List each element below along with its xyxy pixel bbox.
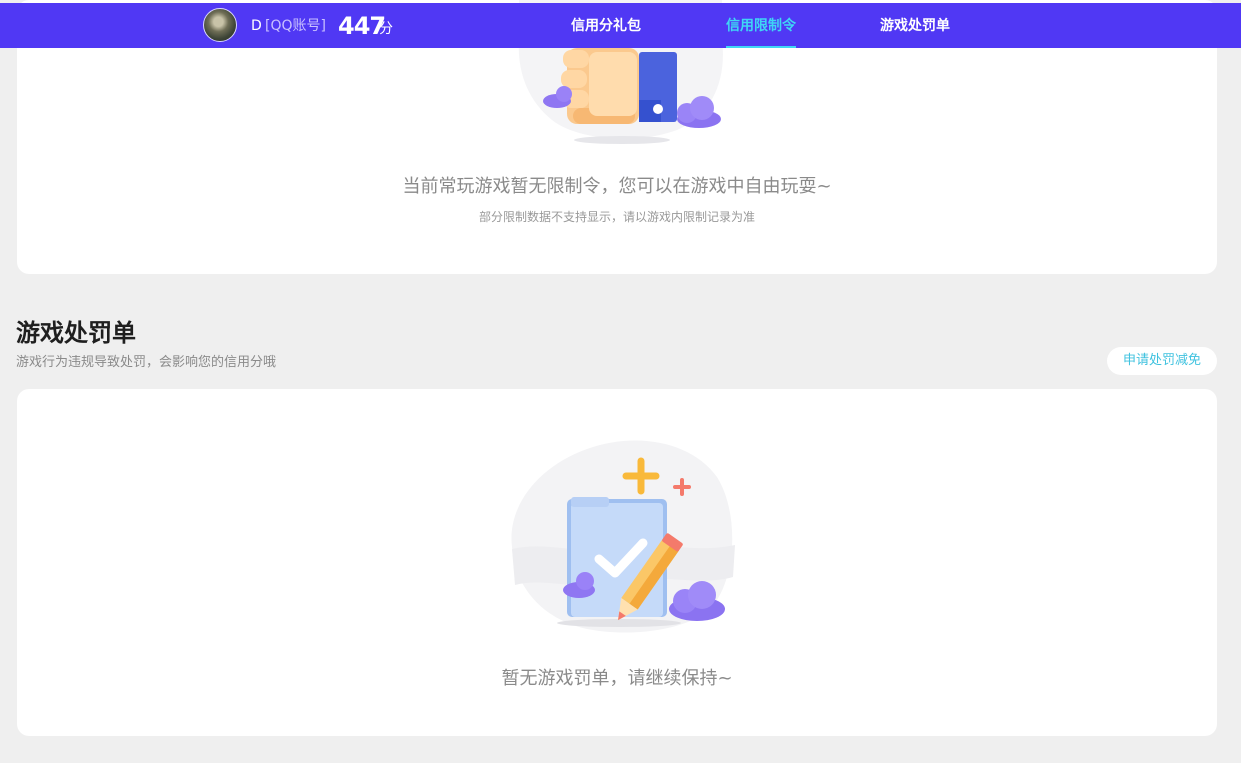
penalty-card: 暂无游戏罚单，请继续保持~ [17, 389, 1217, 736]
penalty-section-title: 游戏处罚单 [16, 319, 136, 347]
page: 当前常玩游戏暂无限制令，您可以在游戏中自由玩耍~ 部分限制数据不支持显示，请以游… [0, 0, 1241, 763]
credit-score-unit: 分 [379, 21, 393, 37]
nickname: D [251, 18, 262, 34]
apply-penalty-reduction-button[interactable]: 申请处罚减免 [1107, 347, 1217, 375]
limit-empty-message: 当前常玩游戏暂无限制令，您可以在游戏中自由玩耍~ [402, 176, 832, 197]
penalty-section-description: 游戏行为违规导致处罚，会影响您的信用分哦 [16, 355, 277, 370]
top-navigation-bar: D [QQ账号] 447 分 信用分礼包 信用限制令 游戏处罚单 [0, 3, 1241, 48]
tab-game-penalty[interactable]: 游戏处罚单 [880, 17, 950, 35]
account-type-label: [QQ账号] [265, 18, 326, 34]
tab-credit-gift-pack[interactable]: 信用分礼包 [571, 17, 641, 35]
tab-credit-limit-order[interactable]: 信用限制令 [726, 17, 796, 35]
limit-note: 部分限制数据不支持显示，请以游戏内限制记录为准 [478, 210, 755, 224]
penalty-empty-message: 暂无游戏罚单，请继续保持~ [501, 668, 733, 689]
checked-document-pencil-icon [511, 440, 735, 633]
avatar[interactable] [203, 8, 237, 42]
active-tab-indicator [726, 46, 796, 48]
